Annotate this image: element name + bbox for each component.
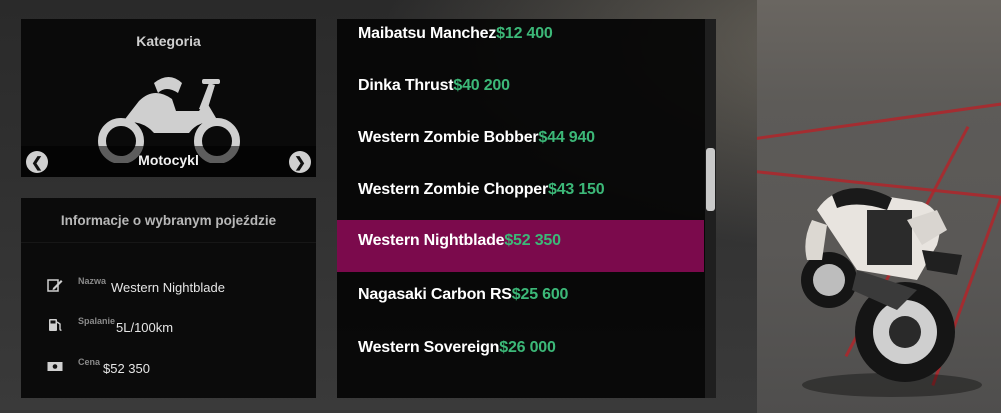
info-label: Nazwa: [78, 276, 107, 286]
info-row-price: Cena $52 350: [47, 357, 307, 381]
vehicle-list: Maibatsu Manchez$12 400 Dinka Thrust$40 …: [337, 19, 716, 398]
scrollbar-thumb[interactable]: [706, 148, 715, 211]
vehicle-price: $12 400: [496, 25, 553, 42]
vehicle-name: Western Nightblade: [358, 232, 505, 249]
list-item[interactable]: Nagasaki Carbon RS$25 600: [337, 274, 704, 326]
category-title: Kategoria: [136, 33, 201, 49]
list-item[interactable]: Western Zombie Chopper$43 150: [337, 169, 704, 221]
info-title: Informacje o wybranym pojeździe: [60, 213, 277, 228]
list-item[interactable]: Western Sovereign$26 000: [337, 327, 704, 379]
vehicle-price: $25 600: [511, 286, 569, 303]
vehicle-price: $43 150: [548, 181, 605, 198]
list-item[interactable]: Dinka Thrust$40 200: [337, 65, 704, 117]
info-value: $52 350: [103, 361, 150, 376]
vehicle-info-panel: Informacje o wybranym pojeździe Nazwa We…: [21, 198, 316, 398]
category-name: Motocykl: [138, 152, 199, 168]
info-label: Spalanie: [78, 316, 116, 326]
info-row-fuel: Spalanie 5L/100km: [47, 316, 307, 340]
info-value: 5L/100km: [116, 320, 174, 335]
vehicle-name: Nagasaki Carbon RS: [358, 286, 512, 303]
motorcycle-preview-image: [801, 188, 982, 397]
vehicle-name: Western Zombie Chopper: [358, 181, 548, 198]
vehicle-name: Dinka Thrust: [358, 77, 454, 94]
list-item[interactable]: Western Zombie Bobber$44 940: [337, 117, 704, 169]
edit-icon: [47, 279, 63, 292]
vehicle-price: $44 940: [538, 129, 595, 146]
vehicle-name: Western Sovereign: [358, 339, 500, 356]
vehicle-price: $26 000: [499, 339, 556, 356]
category-panel: Kategoria ❮ Motocykl ❯: [21, 19, 316, 177]
vehicle-price: $52 350: [504, 232, 561, 249]
vehicle-preview-scene: [757, 0, 1001, 413]
list-item-selected[interactable]: Western Nightblade$52 350: [337, 220, 704, 272]
arrow-right-icon: ❯: [294, 153, 306, 170]
info-row-name: Nazwa Western Nightblade: [47, 276, 307, 300]
fuel-icon: [49, 319, 62, 331]
next-category-button[interactable]: ❯: [289, 151, 311, 173]
info-label: Cena: [78, 357, 101, 367]
cash-icon: [47, 362, 63, 371]
info-value: Western Nightblade: [111, 280, 225, 295]
vehicle-name: Maibatsu Manchez: [358, 25, 497, 42]
list-item[interactable]: Maibatsu Manchez$12 400: [337, 19, 704, 65]
divider: [21, 242, 316, 243]
vehicle-price: $40 200: [453, 77, 510, 94]
vehicle-name: Western Zombie Bobber: [358, 129, 539, 146]
